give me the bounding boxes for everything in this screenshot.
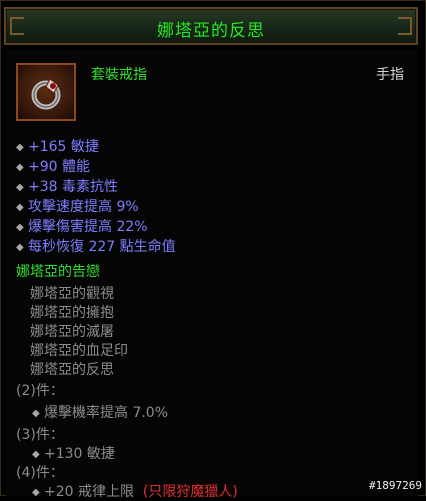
bullet-icon: ◆ [16, 242, 24, 253]
bullet-icon: ◆ [32, 487, 40, 498]
bullet-icon: ◆ [32, 449, 40, 460]
set-bonus-line: ◆ +130 敏捷 [32, 446, 115, 462]
set-bonus-head: (4)件： [16, 465, 64, 481]
bullet-icon: ◆ [16, 202, 24, 213]
set-item: 娜塔亞的反思 [30, 362, 114, 378]
tooltip-header: 娜塔亞的反思 [4, 7, 418, 45]
stat-line: ◆ 爆擊傷害提高 22% [16, 219, 148, 235]
stat-line: ◆ +38 毒素抗性 [16, 179, 118, 195]
stat-line: ◆ 每秒恢復 227 點生命值 [16, 239, 176, 255]
set-bonus-line: ◆ +20 戒律上限 (只限狩魔獵人) [32, 484, 238, 500]
class-restriction: (只限狩魔獵人) [142, 484, 238, 500]
set-bonus-head: (3)件： [16, 427, 64, 443]
bullet-icon: ◆ [16, 142, 24, 153]
ring-icon [31, 78, 61, 110]
item-slot: 手指 [376, 67, 404, 83]
watermark: #1897269 [369, 479, 422, 492]
stat-line: ◆ +90 體能 [16, 159, 90, 175]
bullet-icon: ◆ [16, 162, 24, 173]
bullet-icon: ◆ [32, 408, 40, 419]
set-item: 娜塔亞的血足印 [30, 343, 128, 359]
set-item: 娜塔亞的滅屠 [30, 324, 114, 340]
item-name: 娜塔亞的反思 [157, 21, 265, 41]
set-name: 娜塔亞的告戀 [16, 264, 100, 280]
bullet-icon: ◆ [16, 182, 24, 193]
set-item: 娜塔亞的觀視 [30, 286, 114, 302]
bullet-icon: ◆ [16, 222, 24, 233]
set-item: 娜塔亞的擁抱 [30, 305, 114, 321]
stat-line: ◆ 攻擊速度提高 9% [16, 199, 139, 215]
item-type: 套裝戒指 [91, 67, 147, 83]
set-bonus-head: (2)件： [16, 383, 64, 399]
stat-line: ◆ +165 敏捷 [16, 139, 99, 155]
set-bonus-line: ◆ 爆擊機率提高 7.0% [32, 405, 169, 421]
item-icon [16, 63, 76, 121]
